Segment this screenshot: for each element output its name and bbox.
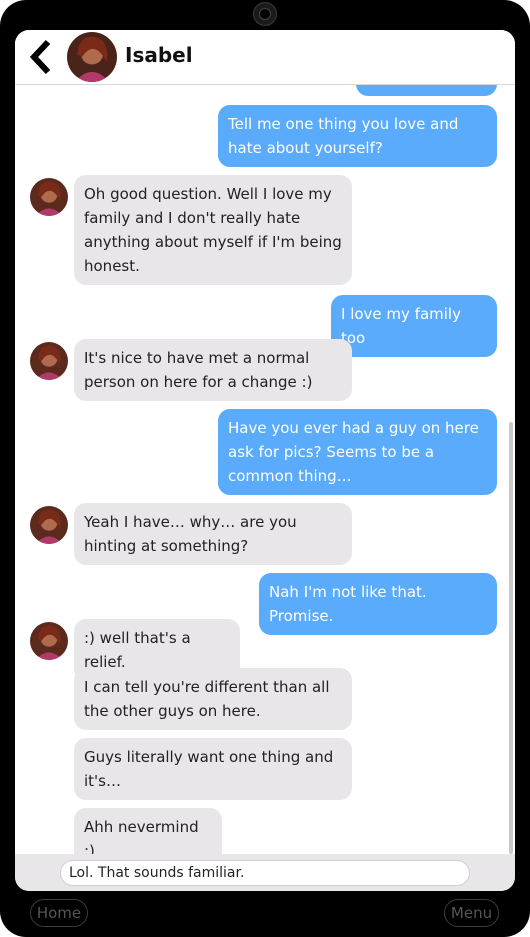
message-bubble-sent: I love my family too [331, 295, 497, 357]
message-list[interactable]: Tell me one thing you love and hate abou… [15, 30, 515, 870]
menu-button[interactable]: Menu [444, 899, 499, 927]
chat-header: Isabel [15, 30, 515, 85]
message-bubble-received: Oh good question. Well I love my family … [74, 175, 352, 285]
phone-frame: Tell me one thing you love and hate abou… [0, 0, 530, 937]
camera-icon [253, 2, 277, 26]
scrollbar[interactable] [509, 422, 513, 854]
contact-avatar [30, 178, 68, 216]
back-button[interactable] [23, 38, 61, 76]
chat-screen: Tell me one thing you love and hate abou… [15, 30, 515, 891]
contact-avatar[interactable] [67, 32, 117, 82]
message-bubble-sent: Nah I'm not like that. Promise. [259, 573, 497, 635]
message-bubble-received: Yeah I have… why… are you hinting at som… [74, 503, 352, 565]
message-bubble-received: It's nice to have met a normal person on… [74, 339, 352, 401]
message-bubble-received: I can tell you're different than all the… [74, 668, 352, 730]
composer-bar: Lol. That sounds familiar. [15, 854, 515, 891]
message-bubble-sent: Tell me one thing you love and hate abou… [218, 105, 497, 167]
home-button[interactable]: Home [30, 899, 88, 927]
message-bubble-received: Guys literally want one thing and it's… [74, 738, 352, 800]
contact-avatar [30, 342, 68, 380]
message-bubble-sent: Have you ever had a guy on here ask for … [218, 409, 497, 495]
contact-avatar [30, 506, 68, 544]
chevron-left-icon [29, 39, 51, 75]
message-input[interactable]: Lol. That sounds familiar. [60, 860, 470, 886]
contact-name: Isabel [125, 43, 193, 67]
contact-avatar [30, 622, 68, 660]
